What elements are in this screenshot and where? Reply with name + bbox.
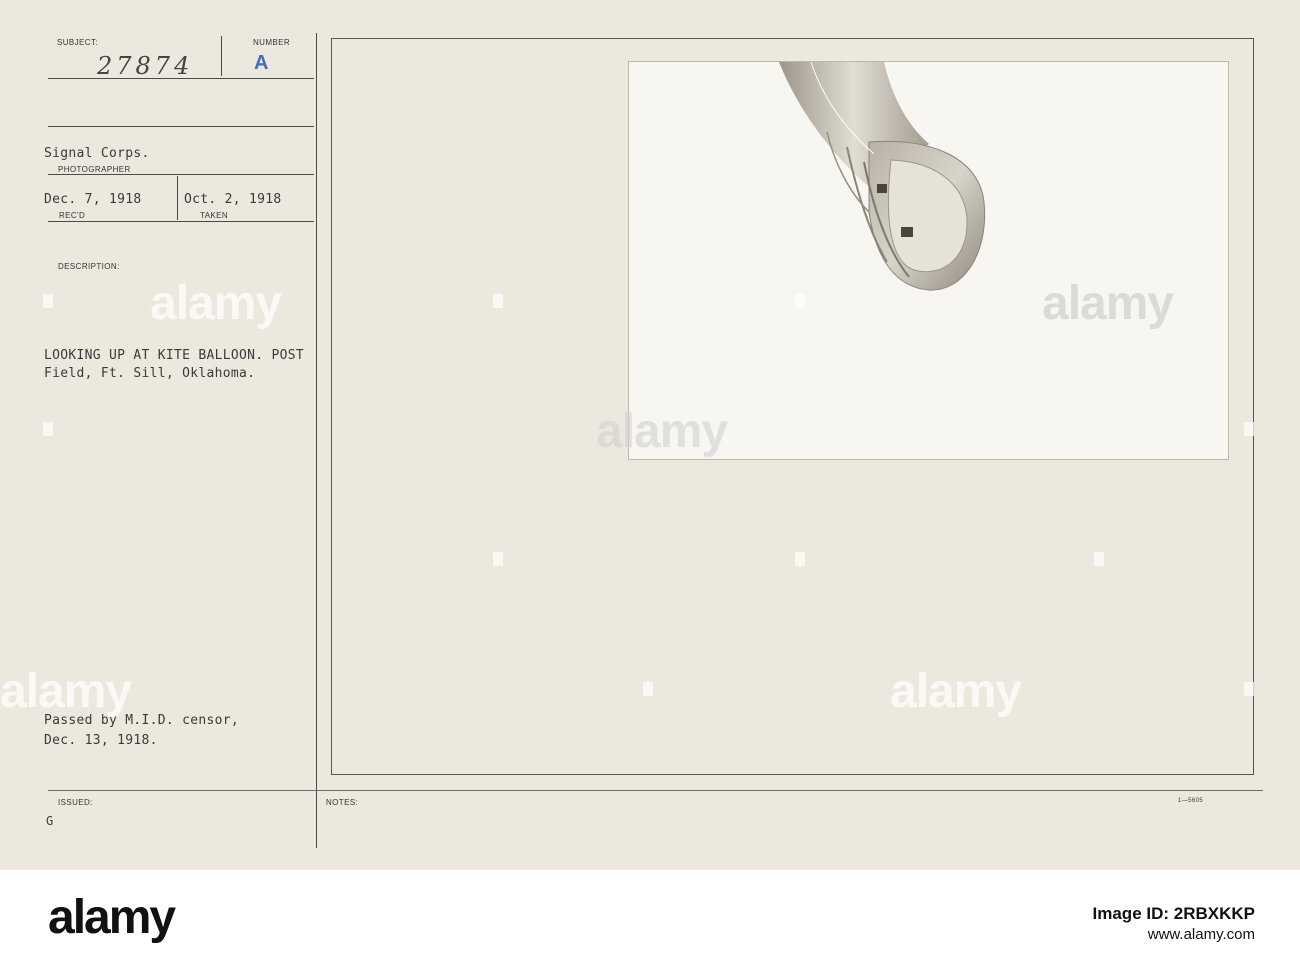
notes-label: NOTES: (326, 798, 359, 807)
subject-number-handwritten: 27874 (97, 52, 194, 80)
form-code: 1—5605 (1178, 798, 1204, 804)
kite-balloon-photo (628, 61, 1229, 460)
site-url: www.alamy.com (1147, 926, 1255, 943)
kite-balloon-photo-icon (779, 62, 986, 291)
watermark-dot (795, 294, 805, 308)
watermark-dot (493, 294, 503, 308)
issued-label: ISSUED: (58, 798, 93, 807)
watermark-dot (1094, 552, 1104, 566)
watermark-dot (1244, 682, 1254, 696)
notes-rule (48, 790, 1263, 791)
photographer-value: Signal Corps. (44, 146, 150, 161)
watermark-dot (43, 422, 53, 436)
archive-record-card: SUBJECT: NUMBER 27874 A Signal Corps. PH… (0, 0, 1300, 870)
rule (48, 221, 314, 222)
watermark-dot (643, 682, 653, 696)
number-label: NUMBER (253, 38, 291, 47)
watermark-dot (43, 294, 53, 308)
subject-label: SUBJECT: (57, 38, 98, 47)
taken-label: TAKEN (200, 211, 229, 220)
description-line-2: Field, Ft. Sill, Oklahoma. (44, 366, 256, 381)
received-label: REC'D (59, 211, 86, 220)
watermark: alamy (1042, 277, 1174, 330)
watermark-dot (795, 552, 805, 566)
rule (48, 78, 314, 79)
taken-date: Oct. 2, 1918 (184, 192, 282, 207)
watermark-dot (493, 552, 503, 566)
photographer-label: PHOTOGRAPHER (58, 165, 131, 174)
rule (48, 126, 314, 127)
column-divider (316, 33, 317, 848)
description-label: DESCRIPTION: (58, 262, 120, 271)
watermark: alamy (0, 665, 132, 718)
alamy-logo: alamy (48, 891, 176, 944)
watermark-dot (1244, 422, 1254, 436)
subject-number-divider (221, 36, 222, 76)
watermark: alamy (596, 405, 728, 458)
watermark: alamy (890, 665, 1022, 718)
issued-value: G (46, 814, 54, 828)
number-stamp: A (254, 52, 269, 74)
date-divider (177, 176, 178, 220)
censor-line-2: Dec. 13, 1918. (44, 733, 158, 748)
received-date: Dec. 7, 1918 (44, 192, 142, 207)
description-line-1: LOOKING UP AT KITE BALLOON. POST (44, 348, 305, 363)
image-id: Image ID: 2RBXKKP (1092, 904, 1255, 923)
rule (48, 174, 314, 175)
watermark: alamy (150, 277, 282, 330)
